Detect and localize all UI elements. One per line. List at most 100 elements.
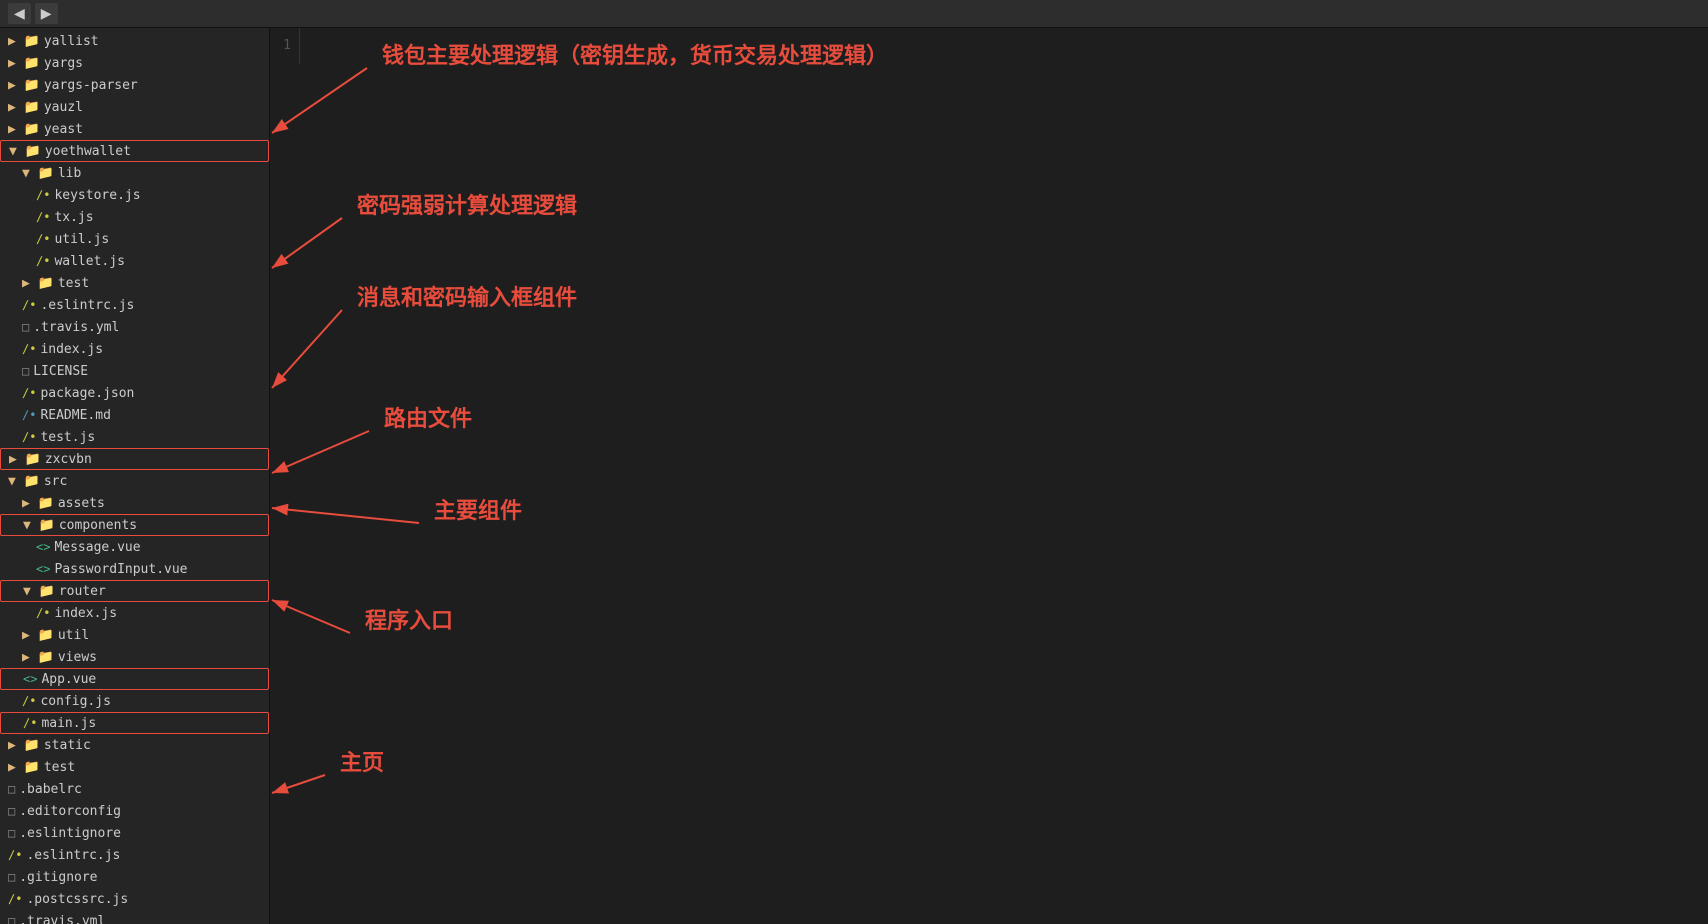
tree-label: components xyxy=(59,518,137,533)
tree-item-lib[interactable]: ▼ 📁lib xyxy=(0,162,269,184)
dot-icon: □ xyxy=(8,782,15,796)
tree-item-test[interactable]: ▶ 📁test xyxy=(0,272,269,294)
tree-label: yauzl xyxy=(44,100,83,115)
tree-item-.gitignore[interactable]: □ .gitignore xyxy=(0,866,269,888)
tree-label: yargs-parser xyxy=(44,78,138,93)
tree-label: util.js xyxy=(54,232,109,247)
tree-label: .editorconfig xyxy=(19,804,121,819)
folder-icon: ▶ 📁 xyxy=(8,100,40,115)
tree-item-yauzl[interactable]: ▶ 📁 yauzl xyxy=(0,96,269,118)
tree-item-.eslintrc.js2[interactable]: ∕•.eslintrc.js xyxy=(0,844,269,866)
tree-item-config.js[interactable]: ∕•config.js xyxy=(0,690,269,712)
annotation-arrow-3 xyxy=(272,431,369,473)
tree-label: .eslintignore xyxy=(19,826,121,841)
annotation-arrow-1 xyxy=(272,218,342,268)
annotation-label-4: 主要组件 xyxy=(434,498,522,524)
tree-item-.editorconfig[interactable]: □.editorconfig xyxy=(0,800,269,822)
nav-buttons: ◀ ▶ xyxy=(8,3,58,24)
tree-item-App.vue[interactable]: <> App.vue xyxy=(0,668,269,690)
forward-button[interactable]: ▶ xyxy=(35,3,58,24)
tree-item-wallet.js[interactable]: ∕•wallet.js xyxy=(0,250,269,272)
folder-open-icon: ▼ 📁 xyxy=(23,518,55,533)
tree-item-static[interactable]: ▶ 📁 static xyxy=(0,734,269,756)
annotation-arrow-6 xyxy=(272,775,325,793)
tree-label: .babelrc xyxy=(19,782,82,797)
tree-item-PasswordInput.vue[interactable]: <>PasswordInput.vue xyxy=(0,558,269,580)
tree-item-yoethwallet[interactable]: ▼ 📁yoethwallet xyxy=(0,140,269,162)
vue-icon: <> xyxy=(23,672,37,686)
annotation-label-1: 密码强弱计算处理逻辑 xyxy=(357,193,577,219)
tree-item-yargs-parser[interactable]: ▶ 📁 yargs-parser xyxy=(0,74,269,96)
tree-item-src[interactable]: ▼ 📁src xyxy=(0,470,269,492)
tree-item-index.js[interactable]: ∕• index.js xyxy=(0,338,269,360)
tree-item-package.json[interactable]: ∕• package.json xyxy=(0,382,269,404)
tree-item-.travis.yml2[interactable]: □.travis.yml xyxy=(0,910,269,924)
tree-item-LICENSE[interactable]: □LICENSE xyxy=(0,360,269,382)
tree-item-components[interactable]: ▼ 📁 components xyxy=(0,514,269,536)
tree-label: yoethwallet xyxy=(45,144,131,159)
tree-item-README.md[interactable]: ∕•README.md xyxy=(0,404,269,426)
tree-label: yeast xyxy=(44,122,83,137)
tree-item-main.js[interactable]: ∕•main.js xyxy=(0,712,269,734)
tree-item-views[interactable]: ▶ 📁 views xyxy=(0,646,269,668)
tree-label: views xyxy=(58,650,97,665)
tree-label: lib xyxy=(58,166,81,181)
folder-icon: ▶ 📁 xyxy=(9,452,41,467)
folder-icon: ▶ 📁 xyxy=(8,78,40,93)
json-icon: ∕• xyxy=(22,386,36,400)
tree-item-.eslintrc.js[interactable]: ∕• .eslintrc.js xyxy=(0,294,269,316)
dot-icon: □ xyxy=(22,320,29,334)
tree-item-.babelrc[interactable]: □ .babelrc xyxy=(0,778,269,800)
tree-label: main.js xyxy=(41,716,96,731)
tree-label: yargs xyxy=(44,56,83,71)
tree-label: package.json xyxy=(40,386,134,401)
folder-icon: ▶ 📁 xyxy=(8,122,40,137)
tree-item-router-index.js[interactable]: ∕•index.js xyxy=(0,602,269,624)
tree-item-assets[interactable]: ▶ 📁assets xyxy=(0,492,269,514)
folder-icon: ▶ 📁 xyxy=(8,34,40,49)
tree-item-tx.js[interactable]: ∕• tx.js xyxy=(0,206,269,228)
tree-item-.travis.yml[interactable]: □.travis.yml xyxy=(0,316,269,338)
tree-label: static xyxy=(44,738,91,753)
js-icon: ∕• xyxy=(22,342,36,356)
tree-label: config.js xyxy=(40,694,110,709)
folder-icon: ▶ 📁 xyxy=(22,650,54,665)
js-icon: ∕• xyxy=(36,210,50,224)
tree-item-router[interactable]: ▼ 📁 router xyxy=(0,580,269,602)
tree-label: .gitignore xyxy=(19,870,97,885)
folder-open-icon: ▼ 📁 xyxy=(23,584,55,599)
tree-label: assets xyxy=(58,496,105,511)
tree-item-.eslintignore[interactable]: □.eslintignore xyxy=(0,822,269,844)
tree-label: App.vue xyxy=(41,672,96,687)
js-icon: ∕• xyxy=(22,298,36,312)
tree-item-yeast[interactable]: ▶ 📁 yeast xyxy=(0,118,269,140)
folder-icon: ▶ 📁 xyxy=(8,738,40,753)
line-numbers: 1 xyxy=(270,28,300,64)
folder-icon: ▶ 📁 xyxy=(8,760,40,775)
js-icon: ∕• xyxy=(36,188,50,202)
tree-label: tx.js xyxy=(54,210,93,225)
tree-item-util.js[interactable]: ∕•util.js xyxy=(0,228,269,250)
tree-label: router xyxy=(59,584,106,599)
tree-label: index.js xyxy=(40,342,103,357)
tree-label: yallist xyxy=(44,34,99,49)
tree-item-yargs[interactable]: ▶ 📁yargs xyxy=(0,52,269,74)
tree-label: test xyxy=(58,276,89,291)
file-tree: ▶ 📁yallist▶ 📁yargs▶ 📁yargs-parser▶ 📁yauz… xyxy=(0,28,270,924)
js-icon: ∕• xyxy=(8,848,22,862)
tree-item-Message.vue[interactable]: <>Message.vue xyxy=(0,536,269,558)
tree-item-yallist[interactable]: ▶ 📁 yallist xyxy=(0,30,269,52)
tree-label: index.js xyxy=(54,606,117,621)
editor-content: 钱包主要处理逻辑（密钥生成，货币交易处理逻辑）密码强弱计算处理逻辑消息和密码输入… xyxy=(302,28,1708,924)
tree-item-keystore.js[interactable]: ∕•keystore.js xyxy=(0,184,269,206)
dot-icon: □ xyxy=(8,870,15,884)
tree-item-zxcvbn[interactable]: ▶ 📁 zxcvbn xyxy=(0,448,269,470)
tree-item-util[interactable]: ▶ 📁util xyxy=(0,624,269,646)
tree-item-.postcssrc.js[interactable]: ∕•.postcssrc.js xyxy=(0,888,269,910)
tree-item-test.js[interactable]: ∕•test.js xyxy=(0,426,269,448)
tree-item-test-root[interactable]: ▶ 📁test xyxy=(0,756,269,778)
tree-label: .eslintrc.js xyxy=(40,298,134,313)
back-button[interactable]: ◀ xyxy=(8,3,31,24)
annotation-label-2: 消息和密码输入框组件 xyxy=(357,285,577,311)
tree-label: zxcvbn xyxy=(45,452,92,467)
